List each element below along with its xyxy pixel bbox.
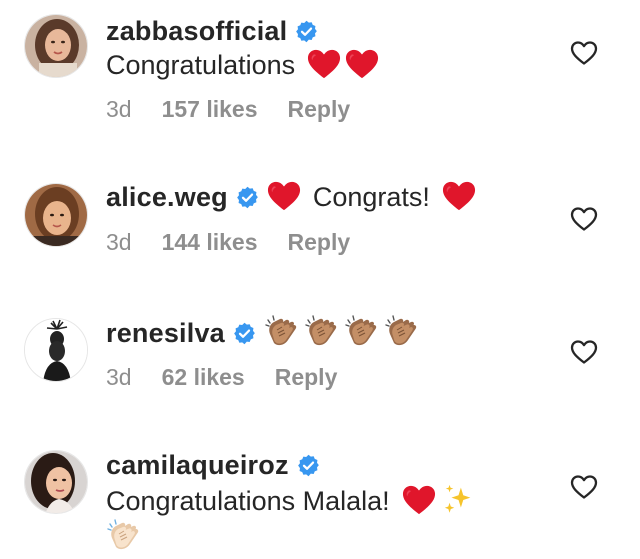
- red-heart-icon: [267, 180, 301, 212]
- like-heart-icon[interactable]: [570, 339, 598, 365]
- avatar[interactable]: [24, 450, 88, 514]
- username[interactable]: camilaqueiroz: [106, 450, 289, 480]
- clapping-hands-icon: [106, 518, 142, 554]
- clapping-hands-icon: [304, 314, 340, 350]
- like-heart-icon[interactable]: [570, 474, 598, 500]
- comment-text: Congratulations: [106, 50, 296, 80]
- comment-time: 3d: [106, 96, 132, 122]
- clapping-hands-icon: [384, 314, 420, 350]
- red-heart-icon: [307, 48, 341, 80]
- red-heart-icon: [402, 484, 436, 516]
- red-heart-icon: [345, 48, 379, 80]
- red-heart-icon: [442, 180, 476, 212]
- reply-button[interactable]: Reply: [288, 229, 351, 255]
- likes-count[interactable]: 144 likes: [162, 229, 258, 255]
- reply-button[interactable]: Reply: [288, 96, 351, 122]
- clapping-hands-icon: [344, 314, 380, 350]
- sparkles-icon: [442, 482, 476, 516]
- comment-time: 3d: [106, 364, 132, 390]
- likes-count[interactable]: 157 likes: [162, 96, 258, 122]
- comment-text: Congratulations Malala!: [106, 486, 390, 516]
- comment-text: Congrats!: [312, 182, 430, 212]
- avatar[interactable]: [24, 183, 88, 247]
- avatar[interactable]: [24, 318, 88, 382]
- like-heart-icon[interactable]: [570, 40, 598, 66]
- verified-badge-icon: [297, 454, 320, 477]
- verified-badge-icon: [233, 322, 256, 345]
- clapping-hands-icon: [264, 314, 300, 350]
- avatar[interactable]: [24, 14, 88, 78]
- verified-badge-icon: [236, 186, 259, 209]
- comment-time: 3d: [106, 229, 132, 255]
- likes-count[interactable]: 62 likes: [162, 364, 245, 390]
- verified-badge-icon: [295, 20, 318, 43]
- username[interactable]: alice.weg: [106, 182, 228, 212]
- username[interactable]: zabbasofficial: [106, 16, 287, 46]
- like-heart-icon[interactable]: [570, 206, 598, 232]
- username[interactable]: renesilva: [106, 318, 225, 348]
- reply-button[interactable]: Reply: [275, 364, 338, 390]
